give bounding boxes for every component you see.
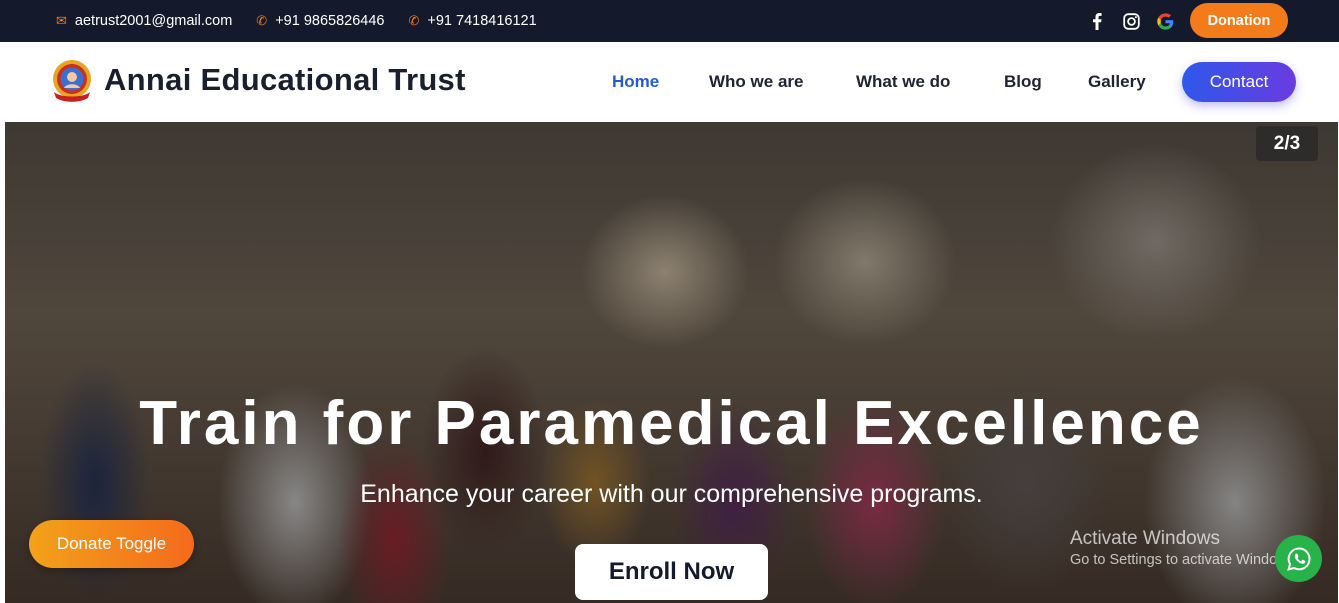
nav-blog[interactable]: Blog bbox=[1004, 72, 1042, 92]
nav-who-we-are[interactable]: Who we are bbox=[709, 72, 803, 92]
email-text: aetrust2001@gmail.com bbox=[74, 13, 233, 29]
mail-icon: ✉ bbox=[56, 13, 67, 28]
instagram-icon[interactable] bbox=[1122, 12, 1140, 30]
phone-text-1: +91 9865826446 bbox=[275, 13, 385, 29]
top-bar: ✉ aetrust2001@gmail.com ✆ +91 9865826446… bbox=[0, 0, 1339, 42]
donate-toggle-button[interactable]: Donate Toggle bbox=[29, 520, 194, 568]
facebook-icon[interactable] bbox=[1088, 12, 1106, 30]
enroll-now-button[interactable]: Enroll Now bbox=[575, 544, 768, 600]
nav-gallery[interactable]: Gallery bbox=[1088, 72, 1146, 92]
email-link[interactable]: ✉ aetrust2001@gmail.com bbox=[56, 13, 232, 29]
nav-home[interactable]: Home bbox=[612, 72, 659, 92]
nav-what-we-do[interactable]: What we do bbox=[856, 72, 950, 92]
social-links bbox=[1088, 0, 1190, 42]
hero-slider: 2/3 Train for Paramedical Excellence Enh… bbox=[5, 122, 1338, 603]
activate-title: Activate Windows bbox=[1070, 528, 1220, 549]
phone-link-1[interactable]: ✆ +91 9865826446 bbox=[256, 13, 384, 29]
donation-button[interactable]: Donation bbox=[1190, 3, 1288, 38]
whatsapp-icon bbox=[1286, 546, 1310, 571]
main-navbar: Annai Educational Trust Home Who we are … bbox=[0, 42, 1339, 122]
whatsapp-button[interactable] bbox=[1275, 535, 1322, 582]
trust-logo[interactable] bbox=[48, 58, 96, 106]
windows-activation-watermark: Activate Windows Go to Settings to activ… bbox=[1070, 528, 1299, 568]
contact-button[interactable]: Contact bbox=[1182, 62, 1296, 102]
slide-counter: 2/3 bbox=[1256, 126, 1318, 161]
hero-subline: Enhance your career with our comprehensi… bbox=[360, 480, 983, 508]
activate-subtitle: Go to Settings to activate Windows. bbox=[1070, 552, 1299, 568]
phone-text-2: +91 7418416121 bbox=[427, 13, 537, 29]
contact-info: ✉ aetrust2001@gmail.com ✆ +91 9865826446… bbox=[56, 0, 561, 42]
google-icon[interactable] bbox=[1156, 12, 1174, 30]
phone-icon: ✆ bbox=[408, 13, 420, 28]
phone-link-2[interactable]: ✆ +91 7418416121 bbox=[408, 13, 536, 29]
hero-headline: Train for Paramedical Excellence bbox=[139, 389, 1204, 458]
phone-icon: ✆ bbox=[256, 13, 268, 28]
brand-name[interactable]: Annai Educational Trust bbox=[104, 62, 466, 98]
